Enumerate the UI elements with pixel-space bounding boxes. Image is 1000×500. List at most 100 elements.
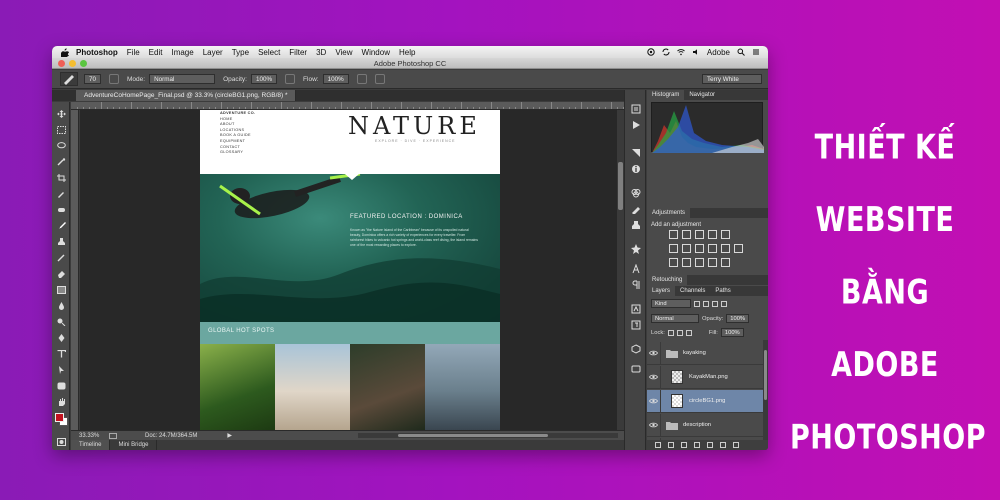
lock-pixels-icon[interactable] [667,329,674,336]
selective-color-icon[interactable] [721,258,730,267]
paragraph-panel-icon[interactable] [631,280,641,290]
apple-icon[interactable] [60,47,69,57]
exposure-icon[interactable] [708,230,717,239]
healing-brush-tool-icon[interactable] [57,206,66,214]
sync-icon[interactable] [662,48,670,56]
layer-row[interactable]: KayakMan.png [647,365,763,389]
channels-panel-icon[interactable] [631,188,641,198]
document-tab[interactable]: AdventureCoHomePage_Final.psd @ 33.3% (c… [76,90,296,101]
canvas-scroll-thumb[interactable] [618,162,623,210]
flow-field[interactable]: 100% [322,74,349,84]
character-styles-panel-icon[interactable] [631,304,641,314]
airbrush-icon[interactable] [356,74,367,84]
brush-preset-picker[interactable] [60,72,78,86]
layer-visibility-eye-icon[interactable] [647,413,661,437]
photo-filter-icon[interactable] [708,244,717,253]
channel-mixer-icon[interactable] [721,244,730,253]
eyedropper-tool-icon[interactable] [57,190,66,198]
layer-mask-icon[interactable] [681,442,687,448]
website-mockup[interactable]: ADVENTURE CO. HOME ABOUT LOCATIONS BOOK … [200,110,500,430]
canvas-horizontal-scrollbar[interactable] [358,433,618,438]
pen-tool-icon[interactable] [57,334,66,342]
clone-source-panel-icon[interactable] [631,220,641,230]
document-canvas[interactable]: ADVENTURE CO. HOME ABOUT LOCATIONS BOOK … [80,110,617,430]
menu-type[interactable]: Type [232,48,249,57]
menu-edit[interactable]: Edit [149,48,163,57]
volume-icon[interactable] [692,48,700,56]
filter-pixel-icon[interactable] [694,300,700,307]
filter-type-icon[interactable] [712,300,718,307]
tab-mini-bridge[interactable]: Mini Bridge [110,440,158,450]
menu-filter[interactable]: Filter [289,48,307,57]
glyphs-panel-icon[interactable] [631,264,641,274]
actions-panel-icon[interactable] [631,120,641,130]
tab-navigator[interactable]: Navigator [684,90,720,100]
foreground-color-swatch[interactable] [55,413,64,422]
zoom-level[interactable]: 33.33% [79,433,103,439]
3d-panel-icon[interactable] [631,344,641,354]
black-white-icon[interactable] [695,244,704,253]
color-lookup-icon[interactable] [734,244,743,253]
marquee-tool-icon[interactable] [57,126,66,134]
tab-channels[interactable]: Channels [675,286,710,296]
menu-file[interactable]: File [127,48,140,57]
layer-visibility-eye-icon[interactable] [647,365,661,389]
horizontal-scroll-thumb[interactable] [398,434,548,437]
styles-panel-icon[interactable] [631,244,641,254]
layer-comps-panel-icon[interactable] [631,364,641,374]
filter-shape-icon[interactable] [721,300,727,307]
history-brush-tool-icon[interactable] [57,254,66,262]
doc-info-icon[interactable] [109,432,117,439]
info-panel-icon[interactable] [631,164,641,174]
layer-opacity-field[interactable]: 100% [726,314,750,323]
menu-3d[interactable]: 3D [316,48,326,57]
adjustments-title[interactable]: Adjustments [647,208,691,218]
link-layers-icon[interactable] [655,442,661,448]
history-panel-icon[interactable] [631,104,641,114]
layers-scrollbar[interactable] [763,340,768,440]
new-layer-icon[interactable] [720,442,726,448]
layers-scroll-thumb[interactable] [764,350,767,400]
filter-adjustment-icon[interactable] [703,300,709,307]
eraser-tool-icon[interactable] [57,270,66,278]
path-selection-tool-icon[interactable] [57,366,66,374]
pressure-opacity-icon[interactable] [285,74,296,84]
menu-window[interactable]: Window [362,48,390,57]
color-balance-icon[interactable] [682,244,691,253]
move-tool-icon[interactable] [57,110,66,118]
minimize-window-icon[interactable] [69,60,76,67]
horizontal-ruler[interactable] [71,102,624,110]
dodge-tool-icon[interactable] [57,318,66,326]
quick-mask-icon[interactable] [57,438,66,446]
levels-icon[interactable] [682,230,691,239]
brush-panel-icon[interactable] [109,74,120,84]
gradient-tool-icon[interactable] [57,286,66,294]
vibrance-icon[interactable] [721,230,730,239]
workspace-switcher[interactable]: Terry White [702,74,762,84]
hand-tool-icon[interactable] [57,398,66,406]
brush-size-field[interactable]: 70 [84,74,102,84]
layer-visibility-eye-icon[interactable] [647,389,661,413]
close-window-icon[interactable] [58,60,65,67]
hue-saturation-icon[interactable] [669,244,678,253]
status-menu-arrow-icon[interactable]: ▶ [227,432,232,439]
tab-timeline[interactable]: Timeline [71,440,111,450]
search-icon[interactable] [737,48,745,56]
brushes-panel-icon[interactable] [631,204,641,214]
menu-select[interactable]: Select [258,48,280,57]
pressure-size-icon[interactable] [374,74,385,84]
color-panel-icon[interactable] [631,148,641,158]
layer-row[interactable]: description [647,413,763,437]
delete-layer-icon[interactable] [733,442,739,448]
layer-row[interactable]: circleBG1.png [647,389,763,413]
gradient-map-icon[interactable] [708,258,717,267]
invert-icon[interactable] [669,258,678,267]
type-tool-icon[interactable] [57,350,66,358]
creative-cloud-icon[interactable] [647,48,655,56]
new-group-icon[interactable] [707,442,713,448]
paragraph-styles-panel-icon[interactable] [631,320,641,330]
menu-app-name[interactable]: Photoshop [76,48,118,57]
crop-tool-icon[interactable] [57,174,66,182]
tab-layers[interactable]: Layers [647,286,676,296]
opacity-field[interactable]: 100% [250,74,278,84]
